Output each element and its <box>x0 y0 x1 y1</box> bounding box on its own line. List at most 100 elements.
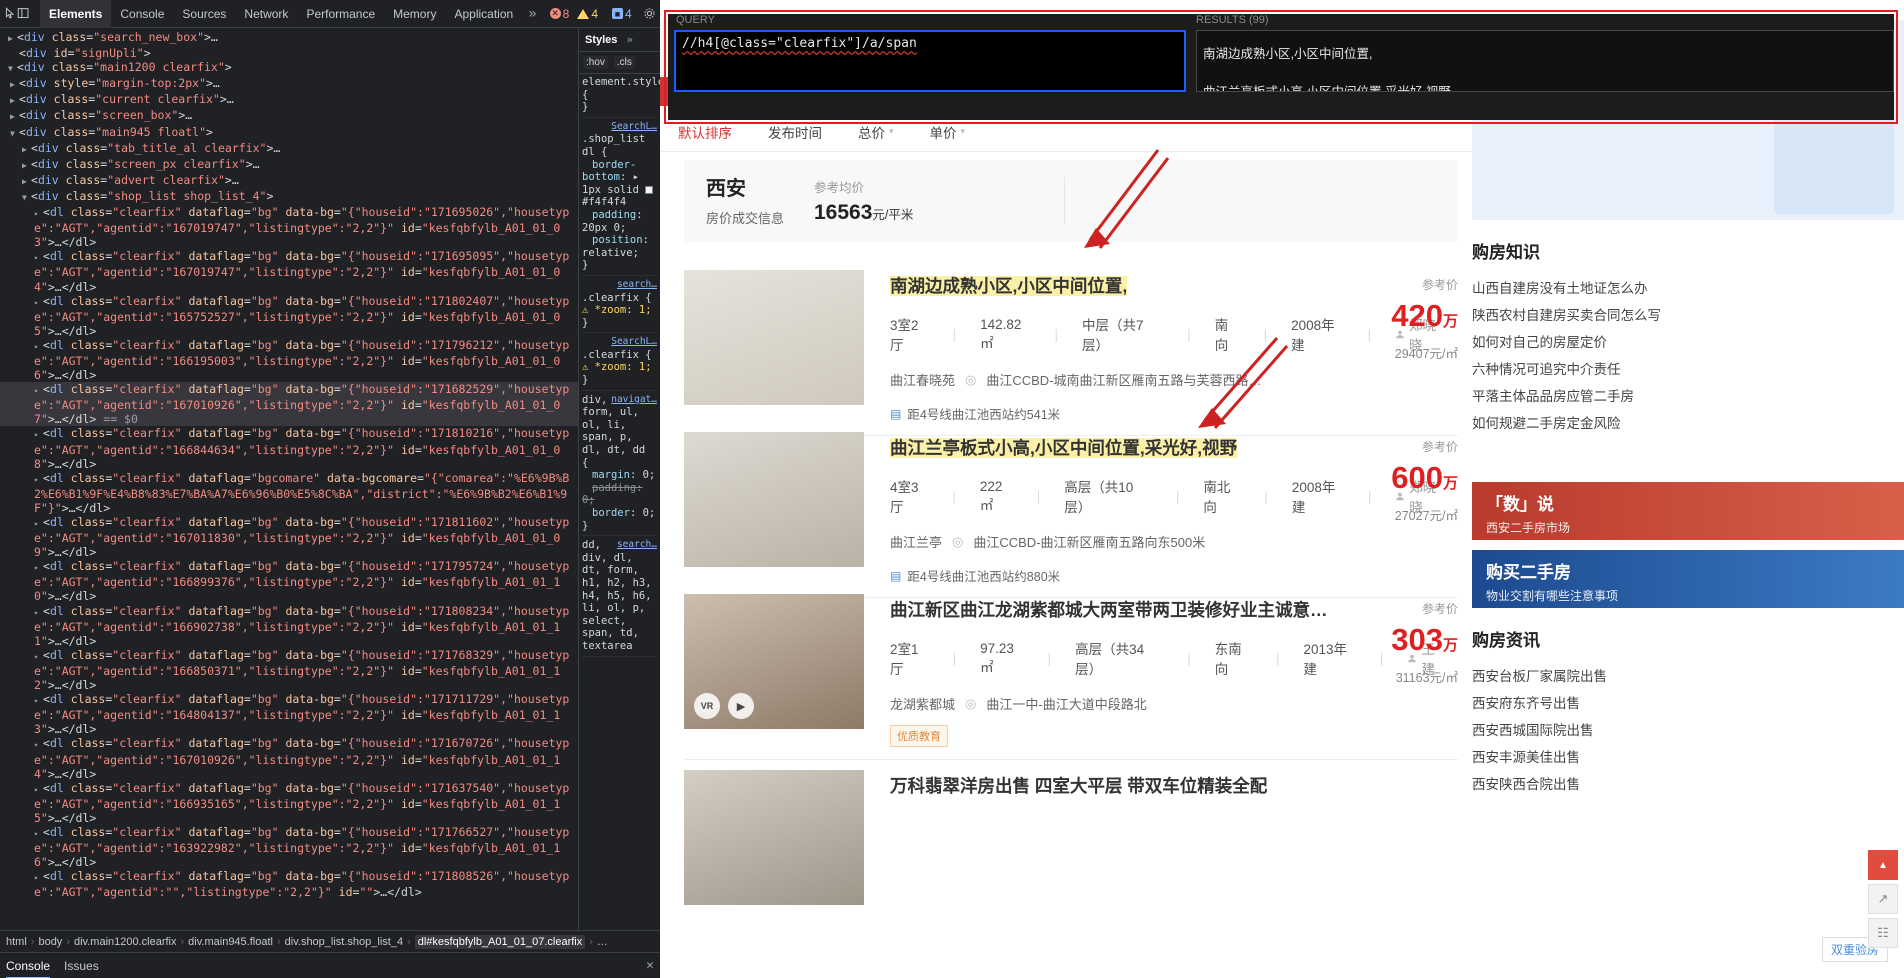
house-tab-全部房源[interactable]: 全部房源 <box>660 76 741 106</box>
knowledge-link[interactable]: 山西自建房没有土地证怎么办 <box>1472 275 1904 302</box>
device-toolbar-icon[interactable] <box>17 2 30 26</box>
css-rule[interactable]: element.style {} <box>582 76 660 114</box>
listing-thumbnail[interactable] <box>684 270 864 405</box>
listing-community[interactable]: 龙湖紫都城 <box>890 694 955 713</box>
dom-node-line[interactable]: ▶ <div class="screen_px clearfix">… <box>0 157 578 173</box>
dom-node-line[interactable]: ▶ <div class="tab_title_al clearfix">… <box>0 141 578 157</box>
dom-node-line[interactable]: ▶ <div class="advert clearfix">… <box>0 173 578 189</box>
css-declaration[interactable]: border: 0; <box>582 507 657 520</box>
float-button-share-icon[interactable]: ↗ <box>1868 884 1898 914</box>
styles-more-icon[interactable]: » <box>623 33 636 46</box>
devtools-tab-application[interactable]: Application <box>445 0 522 28</box>
warning-count-badge[interactable]: 4 <box>574 7 601 21</box>
house-tab-业主自房源[interactable]: 业主自房源 <box>836 77 945 106</box>
knowledge-link[interactable]: 平落主体品品房应管二手房 <box>1472 383 1904 410</box>
knowledge-link[interactable]: 六种情况可追究中介责任 <box>1472 356 1904 383</box>
sort-发布时间[interactable]: 发布时间 <box>750 122 840 142</box>
dom-node-line[interactable]: ▶ <div class="search_new_box">… <box>0 30 578 46</box>
dom-dl-row[interactable]: ▸ <dl class="clearfix" dataflag="bg" data… <box>0 869 578 899</box>
news-link[interactable]: 西安台板厂家属院出售 <box>1472 663 1904 690</box>
styles-rules-list[interactable]: element.style {} SearchL… .shop_list dl {b… <box>579 74 660 930</box>
breadcrumb-item[interactable]: html <box>6 936 27 948</box>
css-rule-source[interactable]: SearchL… <box>611 121 657 134</box>
dom-dl-row[interactable]: ▸ <dl class="clearfix" dataflag="bg" data… <box>0 736 578 780</box>
info-count-badge[interactable]: ■ 4 <box>609 7 635 21</box>
listing-card[interactable]: 南湖边成熟小区,小区中间位置, 3室2厅 | 142.82㎡ | 中层（共7层） | 南向 | 2… <box>684 258 1458 436</box>
dom-dl-row[interactable]: ▸ <dl class="clearfix" dataflag="bg" data… <box>0 692 578 736</box>
knowledge-link[interactable]: 如何规避二手房定金风险 <box>1472 410 1904 437</box>
dom-dl-row[interactable]: ▸ <dl class="clearfix" dataflag="bg" data… <box>0 515 578 559</box>
inspect-cursor-icon[interactable] <box>4 2 17 26</box>
play-video-icon[interactable]: ▶ <box>728 693 754 719</box>
filter-位置[interactable]: 位置 ▾ <box>739 38 818 57</box>
devtools-tab-memory[interactable]: Memory <box>384 0 445 28</box>
dom-dl-row[interactable]: ▸ <dl class="clearfix" dataflag="bg" data… <box>0 426 578 470</box>
listing-title[interactable]: 万科翡翠洋房出售 四室大平层 带双车位精装全配 <box>890 774 1458 798</box>
filter-楼层[interactable]: 楼层 ▾ <box>896 38 975 57</box>
css-rule[interactable]: SearchL… .shop_list dl {border-bottom: ▸ … <box>582 121 657 272</box>
css-rule-source[interactable]: search… <box>617 539 657 552</box>
listing-community[interactable]: 曲江兰亭 <box>890 532 942 551</box>
css-selector[interactable]: dd, div, dl, dt, form, h1, h2, h3, h4, h… <box>582 539 657 652</box>
listing-thumbnail[interactable]: VR ▶ <box>684 594 864 729</box>
news-link[interactable]: 西安府东齐号出售 <box>1472 690 1904 717</box>
more-tabs-icon[interactable]: » <box>522 6 542 22</box>
filter-建筑类别[interactable]: 建筑类别 ▾ <box>1053 38 1158 57</box>
dom-dl-row[interactable]: ▸ <dl class="clearfix" dataflag="bg" data… <box>0 294 578 338</box>
dom-node-line[interactable]: ▼ <div class="main1200 clearfix"> <box>0 60 578 76</box>
news-link[interactable]: 西安陕西合院出售 <box>1472 771 1904 798</box>
drawer-tab-console[interactable]: Console <box>6 953 51 978</box>
css-declaration[interactable]: padding: 20px 0; <box>582 209 657 234</box>
listing-card[interactable]: VR ▶ 曲江新区曲江龙湖紫都城大两室带两卫装修好业主诚意… 2室1厅 | 97.23㎡ |… <box>684 582 1458 760</box>
devtools-tab-console[interactable]: Console <box>111 0 173 28</box>
sort-总价[interactable]: 总价 ▾ <box>840 122 912 142</box>
dom-dl-row[interactable]: ▸ <dl class="clearfix" dataflag="bg" data… <box>0 338 578 382</box>
listing-card[interactable]: 万科翡翠洋房出售 四室大平层 带双车位精装全配 <box>684 758 1458 917</box>
tab-styles[interactable]: Styles <box>579 28 623 52</box>
listing-thumbnail[interactable] <box>684 770 864 905</box>
dom-tree[interactable]: ▶ <div class="search_new_box">… <div id="s… <box>0 28 578 930</box>
drawer-tab-issues[interactable]: Issues <box>64 953 99 978</box>
css-declaration[interactable]: position: relative; <box>582 234 657 259</box>
listing-card[interactable]: 曲江兰亭板式小高,小区中间位置,采光好,视野 4室3厅 | 222㎡ | 高层（共10层）… <box>684 420 1458 598</box>
dom-dl-row[interactable]: ▸ <dl class="clearfix" dataflag="bg" data… <box>0 781 578 825</box>
knowledge-link[interactable]: 如何对自己的房屋定价 <box>1472 329 1904 356</box>
css-rule-source[interactable]: navigat… <box>611 394 657 407</box>
filter-装修[interactable]: 装修 ▾ <box>974 38 1053 57</box>
gear-icon[interactable] <box>643 2 656 26</box>
breadcrumb-item[interactable]: div.main945.floatl <box>188 936 273 948</box>
breadcrumb-item[interactable]: body <box>38 936 62 948</box>
dom-node-line[interactable]: <div id="signUpli"> <box>0 46 578 60</box>
drawer-close-icon[interactable]: ✕ <box>646 958 654 973</box>
dom-dl-row[interactable]: ▸ <dl class="clearfix" dataflag="bg" data… <box>0 648 578 692</box>
dom-dl-row[interactable]: ▸ <dl class="clearfix" dataflag="bg" data… <box>0 382 578 427</box>
dom-dl-row[interactable]: ▸ <dl class="clearfix" dataflag="bg" data… <box>0 205 578 249</box>
promo-banner-1[interactable]: 「数」说 西安二手房市场 <box>1472 482 1904 540</box>
promo-banner-2[interactable]: 购买二手房 物业交割有哪些注意事项 <box>1472 550 1904 608</box>
sort-默认排序[interactable]: 默认排序 <box>660 122 750 142</box>
float-button-top[interactable]: ▲ <box>1868 850 1898 880</box>
dom-node-line[interactable]: ▼ <div class="main945 floatl"> <box>0 125 578 141</box>
sort-单价[interactable]: 单价 ▾ <box>912 122 984 142</box>
breadcrumb-item[interactable]: div.main1200.clearfix <box>74 936 177 948</box>
listing-thumbnail[interactable] <box>684 432 864 567</box>
css-declaration[interactable]: margin: 0; <box>582 469 657 482</box>
dom-dl-row[interactable]: ▸ <dl class="clearfix" dataflag="bg" data… <box>0 604 578 648</box>
listing-community[interactable]: 曲江春晓苑 <box>890 370 955 389</box>
devtools-tab-network[interactable]: Network <box>235 0 297 28</box>
dom-node-line[interactable]: ▶ <div class="screen_box">… <box>0 108 578 124</box>
dom-dl-row[interactable]: ▸ <dl class="clearfix" dataflag="bg" data… <box>0 559 578 603</box>
breadcrumb-item[interactable]: div.shop_list.shop_list_4 <box>285 936 403 948</box>
dom-node-line[interactable]: ▼ <div class="shop_list shop_list_4"> <box>0 189 578 205</box>
error-count-badge[interactable]: ✕ 8 <box>547 7 573 21</box>
devtools-tab-performance[interactable]: Performance <box>297 0 384 28</box>
css-rule-source[interactable]: search… <box>617 279 657 292</box>
vr-badge-icon[interactable]: VR <box>694 693 720 719</box>
dom-node-line[interactable]: ▶ <div style="margin-top:2px">… <box>0 76 578 92</box>
float-button-qr-icon[interactable]: ☷ <box>1868 918 1898 948</box>
css-declaration[interactable]: padding: 0; <box>582 482 657 507</box>
devtools-tab-sources[interactable]: Sources <box>173 0 235 28</box>
news-link[interactable]: 西安丰源美佳出售 <box>1472 744 1904 771</box>
devtools-tab-elements[interactable]: Elements <box>40 0 112 28</box>
breadcrumb-item[interactable]: dl#kesfqbfylb_A01_01_07.clearfix <box>414 934 586 949</box>
